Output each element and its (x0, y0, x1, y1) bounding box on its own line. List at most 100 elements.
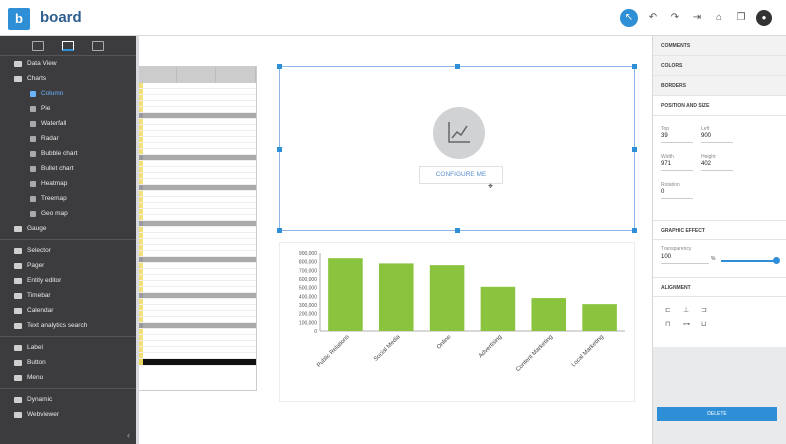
tab-layout-icon[interactable] (92, 40, 104, 51)
table-cell (167, 359, 256, 365)
resize-handle-n[interactable] (455, 64, 460, 69)
sidebar-item-timebar[interactable]: Timebar (0, 288, 136, 303)
waterfall-icon (30, 120, 36, 127)
bar-online[interactable] (429, 265, 465, 331)
sidebar-tabs (0, 36, 136, 56)
resize-handle-sw[interactable] (277, 228, 282, 233)
align-right-icon[interactable]: ⊐ (701, 306, 719, 314)
transparency-field[interactable]: 100 (661, 254, 709, 264)
sidebar-item-label: Label (27, 344, 43, 351)
top-field[interactable]: 39 (661, 133, 693, 143)
resize-handle-s[interactable] (455, 228, 460, 233)
y-tick-label: 900,000 (299, 251, 317, 257)
section-graphic-effect[interactable]: GRAPHIC EFFECT (653, 220, 786, 240)
sidebar-item-radar[interactable]: Radar (0, 131, 136, 146)
sidebar-item-label[interactable]: Label (0, 340, 136, 355)
calendar-icon (14, 307, 22, 314)
sidebar-item-bubble-chart[interactable]: Bubble chart (0, 146, 136, 161)
table-cell (143, 209, 167, 214)
table-cell (167, 341, 256, 346)
grid-table[interactable] (136, 66, 257, 391)
resize-handle-nw[interactable] (277, 64, 282, 69)
sidebar-item-charts[interactable]: Charts (0, 71, 136, 86)
bar-local-marketing[interactable] (582, 304, 617, 331)
rotation-field[interactable]: 0 (661, 189, 693, 199)
width-field[interactable]: 971 (661, 161, 693, 171)
bar-chart[interactable]: 0 100,000 200,000 300,000 400,000 500,000 600,… (279, 242, 635, 402)
sidebar-item-text-analytics-search[interactable]: Text analytics search (0, 318, 136, 333)
y-tick-label: 800,000 (299, 260, 317, 266)
panel-footer-area (653, 347, 786, 444)
table-cell (167, 125, 256, 130)
sidebar-item-treemap[interactable]: Treemap (0, 191, 136, 206)
section-colors[interactable]: COLORS (653, 56, 786, 76)
configure-box[interactable]: CONFIGURE ME ⌖ (277, 64, 637, 233)
user-avatar-icon[interactable]: ● (756, 10, 772, 26)
sidebar-item-label: Treemap (41, 195, 67, 202)
exit-icon[interactable]: ⇥ (690, 11, 704, 25)
delete-button[interactable]: DELETE (657, 407, 777, 421)
sidebar-item-data-view[interactable]: Data View (0, 56, 136, 71)
table-cell (167, 221, 256, 226)
cursor-icon: ⌖ (488, 181, 494, 191)
align-top-icon[interactable]: ⊓ (665, 320, 683, 328)
table-cell (167, 191, 256, 196)
align-center-icon[interactable]: ⊥ (683, 306, 701, 314)
table-cell (167, 239, 256, 244)
align-bottom-icon[interactable]: ⊔ (701, 320, 719, 328)
sidebar-item-webviewer[interactable]: Webviewer (0, 407, 136, 422)
sidebar-item-pager[interactable]: Pager (0, 258, 136, 273)
tab-objects-icon[interactable] (32, 40, 44, 51)
sidebar-item-geo-map[interactable]: Geo map (0, 206, 136, 221)
sidebar-item-column[interactable]: Column (0, 86, 136, 101)
table-cell (143, 251, 167, 256)
sidebar-item-waterfall[interactable]: Waterfall (0, 116, 136, 131)
chart-icon (14, 75, 22, 82)
tab-charts-icon[interactable] (62, 40, 74, 51)
align-left-icon[interactable]: ⊏ (665, 306, 683, 314)
section-position-size[interactable]: POSITION AND SIZE (653, 96, 786, 116)
resize-handle-ne[interactable] (632, 64, 637, 69)
sidebar-divider (0, 336, 136, 337)
align-middle-icon[interactable]: ⊶ (683, 320, 701, 328)
table-cell (143, 221, 167, 226)
sidebar-item-pie[interactable]: Pie (0, 101, 136, 116)
table-cell (143, 167, 167, 172)
bar-public-relations[interactable] (328, 258, 363, 331)
transparency-label: Transparency (661, 246, 692, 252)
undo-icon[interactable]: ↶ (646, 11, 660, 25)
collapse-icon[interactable]: ‹ (127, 430, 130, 440)
bar-advertising[interactable] (480, 286, 516, 331)
sidebar-item-bullet-chart[interactable]: Bullet chart (0, 161, 136, 176)
select-icon[interactable]: ↖ (620, 9, 638, 27)
transparency-slider[interactable] (721, 260, 777, 262)
sidebar-item-dynamic[interactable]: Dynamic (0, 392, 136, 407)
sidebar-item-selector[interactable]: Selector (0, 243, 136, 258)
copy-icon[interactable]: ❐ (734, 11, 748, 25)
bar-social-media[interactable] (378, 263, 414, 331)
left-field[interactable]: 900 (701, 133, 733, 143)
section-comments[interactable]: COMMENTS (653, 36, 786, 56)
y-tick-label: 100,000 (299, 320, 317, 326)
sidebar-item-entity-editor[interactable]: Entity editor (0, 273, 136, 288)
section-borders[interactable]: BORDERS (653, 76, 786, 96)
resize-handle-se[interactable] (632, 228, 637, 233)
sidebar-item-calendar[interactable]: Calendar (0, 303, 136, 318)
resize-handle-w[interactable] (277, 147, 282, 152)
table-cell (143, 215, 167, 220)
bar-content-marketing[interactable] (531, 298, 567, 331)
grid-col-3 (216, 67, 257, 83)
resize-handle-e[interactable] (632, 147, 637, 152)
sidebar-item-menu[interactable]: Menu (0, 370, 136, 385)
sidebar-item-heatmap[interactable]: Heatmap (0, 176, 136, 191)
table-cell (167, 347, 256, 352)
height-field[interactable]: 402 (701, 161, 733, 171)
lock-icon[interactable]: ⌂ (712, 11, 726, 25)
section-alignment[interactable]: ALIGNMENT (653, 277, 786, 297)
table-cell (167, 233, 256, 238)
redo-icon[interactable]: ↷ (668, 11, 682, 25)
transparency-slider-handle[interactable] (773, 257, 780, 264)
sidebar-item-button[interactable]: Button (0, 355, 136, 370)
sidebar-item-gauge[interactable]: Gauge (0, 221, 136, 236)
table-cell (167, 275, 256, 280)
